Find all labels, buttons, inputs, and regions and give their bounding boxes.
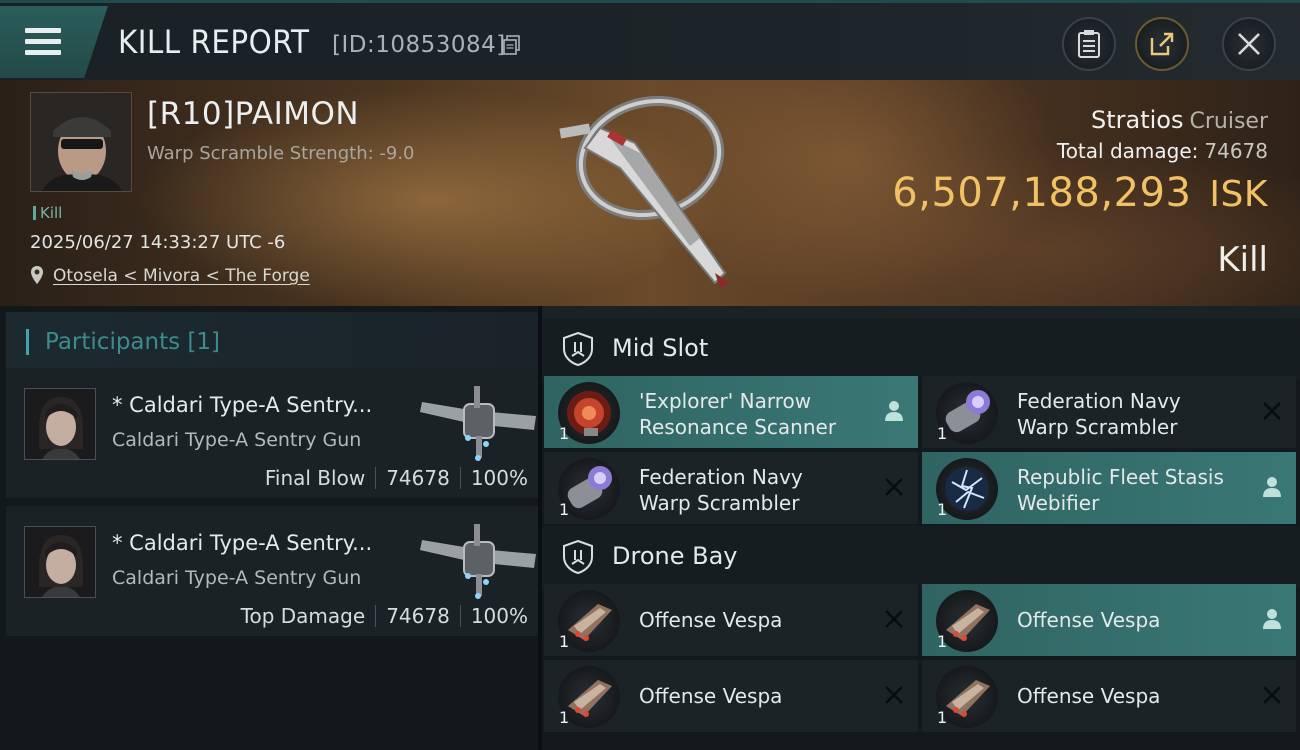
- drone-slot[interactable]: 1 Offense Vespa: [544, 660, 918, 732]
- dropped-person-icon: [885, 401, 903, 421]
- participant-ship: Caldari Type-A Sentry Gun: [112, 567, 362, 589]
- drone-slot[interactable]: 1 Offense Vespa: [922, 660, 1296, 732]
- module-slot[interactable]: 1 Federation Navy Warp Scrambler: [544, 452, 918, 524]
- destroyed-x-icon: [885, 610, 903, 628]
- drone-slot[interactable]: 1 Offense Vespa: [544, 584, 918, 656]
- module-slot[interactable]: 1 Federation Navy Warp Scrambler: [922, 376, 1296, 448]
- kill-datetime: 2025/06/27 14:33:27 UTC -6: [30, 232, 286, 253]
- close-icon: [1238, 33, 1260, 55]
- share-icon: [1150, 32, 1174, 56]
- slot-shield-icon: [563, 332, 593, 366]
- destroyed-x-icon: [1263, 402, 1281, 420]
- participant-card[interactable]: * Caldari Type-A Sentry... Caldari Type-…: [6, 368, 538, 498]
- participant-name: * Caldari Type-A Sentry...: [112, 531, 373, 555]
- module-slot[interactable]: 1 Republic Fleet Stasis Webifier: [922, 452, 1296, 524]
- participant-avatar: [24, 526, 96, 598]
- copy-icon[interactable]: [503, 35, 521, 55]
- victim-portrait[interactable]: [30, 92, 132, 192]
- participant-stats: Top Damage 74678 100%: [240, 604, 528, 628]
- module-name: Federation Navy Warp Scrambler: [1017, 389, 1181, 439]
- drone-name: Offense Vespa: [1017, 608, 1161, 632]
- ship-image: [559, 95, 730, 288]
- hamburger-icon: [25, 28, 61, 56]
- clipboard-icon: [1078, 30, 1100, 58]
- report-id: [ID:10853084]: [332, 32, 506, 58]
- victim-banner: [R10]PAIMON Warp Scramble Strength: -9.0…: [0, 80, 1300, 306]
- destroyed-x-icon: [885, 478, 903, 496]
- destroyed-x-icon: [1263, 686, 1281, 704]
- module-name: 'Explorer' Narrow Resonance Scanner: [639, 389, 837, 439]
- slot-shield-icon: [563, 540, 593, 574]
- pilot-name[interactable]: [R10]PAIMON: [147, 96, 359, 132]
- kill-tag: Kill: [33, 204, 62, 222]
- share-button[interactable]: [1135, 17, 1189, 71]
- destroyed-x-icon: [885, 686, 903, 704]
- total-damage: Total damage: 74678: [1056, 139, 1268, 163]
- result-label: Kill: [1217, 240, 1268, 280]
- module-name: Republic Fleet Stasis Webifier: [1017, 465, 1224, 515]
- fitting-panel: Mid Slot 1 'Explorer' Narrow Resonance Sc…: [542, 306, 1300, 750]
- participant-avatar: [24, 388, 96, 460]
- mid-slot-header: Mid Slot: [542, 318, 1300, 380]
- drone-name: Offense Vespa: [1017, 684, 1161, 708]
- module-name: Federation Navy Warp Scrambler: [639, 465, 803, 515]
- location-pin-icon: [31, 266, 43, 284]
- ship-name[interactable]: Stratios Cruiser: [1091, 106, 1268, 134]
- drone-name: Offense Vespa: [639, 608, 783, 632]
- participants-panel: Participants [1] * Caldari Type-A Sentry…: [0, 306, 538, 750]
- drone-slot[interactable]: 1 Offense Vespa: [922, 584, 1296, 656]
- close-button[interactable]: [1222, 17, 1276, 71]
- sentry-gun-image: [420, 524, 536, 599]
- participants-label: Participants [1]: [45, 329, 221, 355]
- location-link[interactable]: Otosela < Mivora < The Forge: [53, 266, 310, 286]
- participant-card[interactable]: * Caldari Type-A Sentry... Caldari Type-…: [6, 506, 538, 636]
- notes-button[interactable]: [1062, 17, 1116, 71]
- page-title: KILL REPORT: [118, 23, 310, 61]
- dropped-person-icon: [1263, 609, 1281, 629]
- participant-stats: Final Blow 74678 100%: [264, 466, 528, 490]
- isk-value: 6,507,188,293 ISK: [892, 170, 1268, 216]
- ship-class: Cruiser: [1189, 109, 1268, 134]
- sentry-gun-image: [420, 386, 536, 461]
- warp-scramble-strength: Warp Scramble Strength: -9.0: [147, 143, 415, 164]
- participant-ship: Caldari Type-A Sentry Gun: [112, 429, 362, 451]
- module-slot[interactable]: 1 'Explorer' Narrow Resonance Scanner: [544, 376, 918, 448]
- drone-name: Offense Vespa: [639, 684, 783, 708]
- top-bar: KILL REPORT [ID:10853084]: [0, 0, 1300, 80]
- dropped-person-icon: [1263, 477, 1281, 497]
- drone-bay-header: Drone Bay: [542, 526, 1300, 588]
- participants-header[interactable]: Participants [1]: [6, 312, 538, 370]
- menu-button[interactable]: [0, 6, 108, 78]
- participant-name: * Caldari Type-A Sentry...: [112, 393, 373, 417]
